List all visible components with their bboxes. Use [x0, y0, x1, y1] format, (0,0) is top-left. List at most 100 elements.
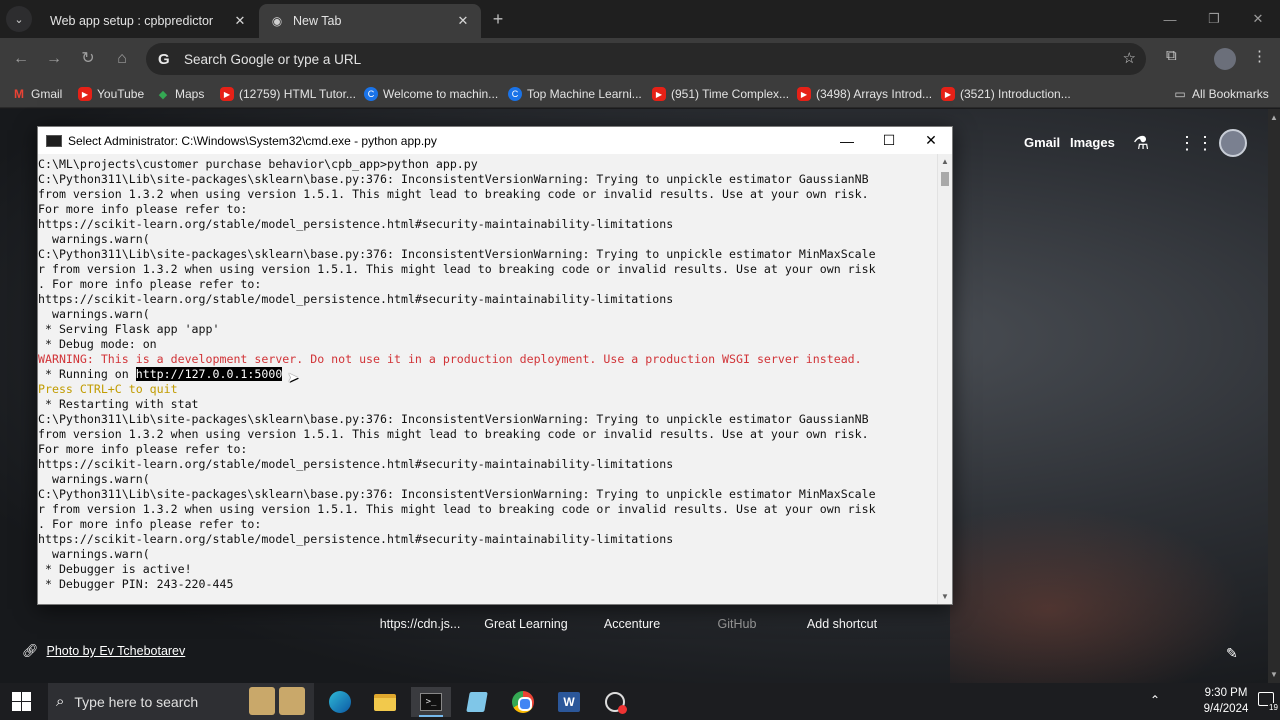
- tab-web-app-setup[interactable]: Web app setup : cpbpredictor ✕: [40, 4, 258, 38]
- scroll-up-icon[interactable]: ▲: [1270, 113, 1278, 122]
- labs-flask-icon[interactable]: ⚗: [1133, 133, 1149, 154]
- console-line-text: from version 1.3.2 when using version 1.…: [38, 427, 869, 441]
- close-icon[interactable]: ✕: [910, 127, 952, 154]
- search-highlight-icon[interactable]: [279, 687, 305, 715]
- console-line-text: https://scikit-learn.org/stable/model_pe…: [38, 532, 674, 546]
- bookmark-label: Gmail: [31, 87, 63, 101]
- reload-icon[interactable]: ↻: [76, 48, 100, 70]
- bookmark-welcome-machine[interactable]: C Welcome to machin...: [364, 86, 498, 102]
- account-avatar[interactable]: [1219, 129, 1247, 157]
- scroll-up-icon[interactable]: ▲: [941, 157, 949, 166]
- show-hidden-icons-icon[interactable]: ⌃: [1150, 693, 1160, 707]
- console-line: For more info please refer to:: [38, 442, 938, 457]
- taskbar-cmd[interactable]: >_: [411, 687, 451, 717]
- console-line-text: For more info please refer to:: [38, 442, 248, 456]
- bookmark-introduction[interactable]: ▶ (3521) Introduction...: [941, 86, 1071, 102]
- maximize-icon[interactable]: ☐: [868, 127, 910, 154]
- back-icon[interactable]: ←: [9, 48, 33, 70]
- console-line-text: https://scikit-learn.org/stable/model_pe…: [38, 292, 674, 306]
- search-icon: ⌕: [56, 693, 65, 710]
- console-line-text: WARNING: This is a development server. D…: [38, 352, 862, 366]
- console-line-text: * Debug mode: on: [38, 337, 157, 351]
- bookmark-star-icon[interactable]: ☆: [1123, 49, 1136, 67]
- console-scrollbar[interactable]: ▲ ▼: [937, 154, 952, 604]
- tab-search-button[interactable]: ⌄: [6, 6, 32, 32]
- close-icon[interactable]: ✕: [1236, 0, 1280, 38]
- taskbar-search-box[interactable]: ⌕ Type here to search: [48, 683, 314, 720]
- taskbar-word[interactable]: W: [549, 687, 589, 717]
- ntp-images-link[interactable]: Images: [1070, 135, 1115, 150]
- tab-close-icon[interactable]: ✕: [455, 13, 471, 29]
- search-highlight-icon[interactable]: [249, 687, 275, 715]
- console-line: * Serving Flask app 'app': [38, 322, 938, 337]
- console-line: * Running on http://127.0.0.1:5000: [38, 367, 938, 382]
- shortcut-great-learning[interactable]: Great Learning: [471, 591, 581, 631]
- selected-url[interactable]: http://127.0.0.1:5000: [135, 367, 283, 381]
- tab-strip: ⌄ Web app setup : cpbpredictor ✕ ◉ New T…: [0, 0, 1280, 38]
- taskbar-chrome[interactable]: [503, 687, 543, 717]
- bookmark-arrays[interactable]: ▶ (3498) Arrays Introd...: [797, 86, 932, 102]
- bookmark-label: YouTube: [97, 87, 145, 101]
- console-line-text: warnings.warn(: [38, 472, 150, 486]
- home-icon[interactable]: ⌂: [110, 48, 134, 70]
- all-bookmarks-button[interactable]: ▭ All Bookmarks: [1173, 86, 1269, 102]
- taskbar-file-explorer[interactable]: [365, 687, 405, 717]
- all-bookmarks-label: All Bookmarks: [1192, 87, 1269, 101]
- shortcut-cdn[interactable]: https://cdn.js...: [365, 591, 475, 631]
- console-line: For more info please refer to:: [38, 202, 938, 217]
- console-line: https://scikit-learn.org/stable/model_pe…: [38, 292, 938, 307]
- shortcut-github[interactable]: GitHub: [682, 591, 792, 631]
- scroll-down-icon[interactable]: ▼: [941, 592, 949, 601]
- tab-new-tab[interactable]: ◉ New Tab ✕: [259, 4, 481, 38]
- console-line: warnings.warn(: [38, 472, 938, 487]
- bookmark-youtube[interactable]: ▶ YouTube: [78, 86, 144, 102]
- clock-date: 9/4/2024: [1203, 703, 1249, 715]
- bookmark-html-tutorial[interactable]: ▶ (12759) HTML Tutor...: [220, 86, 356, 102]
- link-icon: 🔗︎: [22, 643, 39, 658]
- console-line-text: C:\Python311\Lib\site-packages\sklearn\b…: [38, 487, 876, 501]
- minimize-icon[interactable]: —: [826, 127, 868, 154]
- cmd-title-bar[interactable]: Select Administrator: C:\Windows\System3…: [38, 127, 952, 154]
- console-line-text: . For more info please refer to:: [38, 277, 262, 291]
- bookmark-top-ml[interactable]: C Top Machine Learni...: [508, 86, 642, 102]
- page-scrollbar[interactable]: ▲ ▼: [1268, 109, 1280, 683]
- console-line-text: warnings.warn(: [38, 547, 150, 561]
- console-output[interactable]: C:\ML\projects\customer purchase behavio…: [38, 154, 938, 604]
- customize-pencil-icon[interactable]: ✎: [1226, 645, 1238, 662]
- clock[interactable]: 9:30 PM 9/4/2024: [1198, 685, 1254, 717]
- youtube-icon: ▶: [652, 87, 666, 101]
- forward-icon[interactable]: →: [42, 48, 66, 70]
- address-bar[interactable]: G Search Google or type a URL ☆: [146, 43, 1146, 75]
- youtube-icon: ▶: [78, 87, 92, 101]
- console-line-text: from version 1.3.2 when using version 1.…: [38, 187, 869, 201]
- clock-time: 9:30 PM: [1204, 687, 1248, 699]
- shortcut-add[interactable]: Add shortcut: [787, 591, 897, 631]
- apps-grid-icon[interactable]: ⋮⋮: [1178, 133, 1214, 154]
- photo-credit-link[interactable]: 🔗︎ Photo by Ev Tchebotarev: [22, 643, 185, 659]
- bookmark-time-complexity[interactable]: ▶ (951) Time Complex...: [652, 86, 789, 102]
- scroll-thumb[interactable]: [941, 172, 949, 186]
- taskbar-edge[interactable]: [320, 687, 360, 717]
- console-line: C:\ML\projects\customer purchase behavio…: [38, 157, 938, 172]
- taskbar-snipping-tool[interactable]: [595, 687, 635, 717]
- console-line-text: Press CTRL+C to quit: [38, 382, 178, 396]
- restore-icon[interactable]: ❐: [1192, 0, 1236, 38]
- console-line-text: * Restarting with stat: [38, 397, 199, 411]
- menu-dots-icon[interactable]: ⋮: [1252, 47, 1267, 65]
- console-line: https://scikit-learn.org/stable/model_pe…: [38, 532, 938, 547]
- bookmark-label: Maps: [175, 87, 205, 101]
- scroll-down-icon[interactable]: ▼: [1270, 670, 1278, 679]
- tab-title: Web app setup : cpbpredictor: [50, 14, 214, 28]
- taskbar-notepad[interactable]: [457, 687, 497, 717]
- bookmark-gmail[interactable]: M Gmail: [12, 86, 62, 102]
- extensions-icon[interactable]: ⧉: [1166, 47, 1177, 64]
- ntp-gmail-link[interactable]: Gmail: [1024, 135, 1060, 150]
- new-tab-button[interactable]: +: [488, 9, 508, 29]
- minimize-icon[interactable]: —: [1148, 0, 1192, 38]
- shortcut-accenture[interactable]: Accenture: [577, 591, 687, 631]
- console-line-text: For more info please refer to:: [38, 202, 248, 216]
- windows-start-icon[interactable]: [12, 692, 31, 711]
- bookmark-maps[interactable]: ◆ Maps: [156, 86, 205, 102]
- profile-avatar[interactable]: [1214, 48, 1236, 70]
- tab-close-icon[interactable]: ✕: [232, 13, 248, 29]
